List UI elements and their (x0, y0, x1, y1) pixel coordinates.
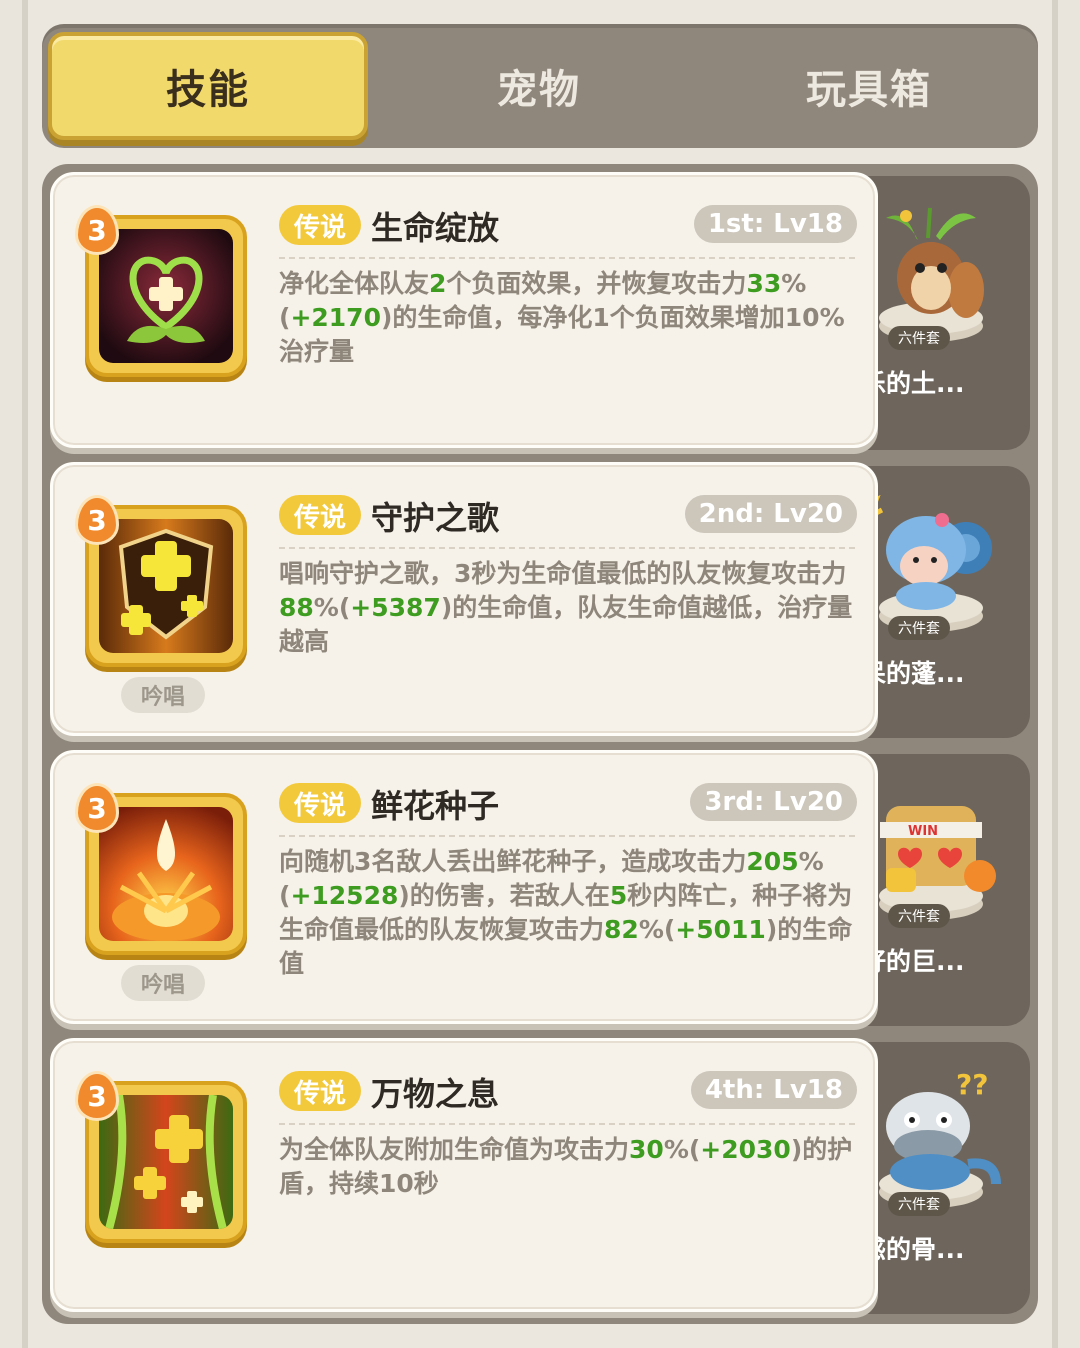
tab-toybox[interactable]: 玩具箱 (704, 24, 1034, 148)
rarity-badge: 传说 (279, 1071, 361, 1111)
skill-level-badge: 3 (75, 495, 119, 545)
chant-badge: 吟唱 (121, 965, 205, 1001)
highlight-value: 33 (746, 269, 782, 298)
skill-level-badge: 3 (75, 205, 119, 255)
tab-pets[interactable]: 宠物 (374, 24, 704, 148)
description-text: 唱响守护之歌，3秒为生命值最低的队友恢复攻击力 (279, 559, 847, 588)
highlight-value: 30 (629, 1135, 664, 1164)
set-badge: 六件套 (888, 1192, 950, 1216)
description-text: %( (638, 915, 676, 944)
skill-name: 鲜花种子 (371, 787, 500, 825)
skill-name: 万物之息 (371, 1075, 500, 1113)
heart-plant-icon (99, 229, 233, 363)
skill-name: 生命绽放 (371, 209, 500, 247)
highlight-value: +12528 (290, 881, 399, 910)
nature-breath-icon (99, 1095, 233, 1229)
rarity-badge: 传说 (279, 495, 361, 535)
divider (279, 1123, 855, 1125)
skill-list: 六件套 快乐的土... 3 传说 生命绽放 1st: Lv18 净化全体队友2个… (42, 164, 1038, 1324)
skill-description: 向随机3名敌人丢出鲜花种子，造成攻击力205 %( +12528)的伤害，若敌人在5… (279, 845, 853, 981)
description-text: 向随机3名敌人丢出鲜花种子，造成攻击力 (279, 847, 747, 876)
description-text: %( (313, 593, 351, 622)
skill-card[interactable]: 3 传说 万物之息 4th: Lv18 为全体队友附加生命值为攻击力30%(+2… (50, 1038, 878, 1312)
highlight-value: 5 (609, 881, 628, 910)
highlight-value: +2030 (700, 1135, 791, 1164)
skill-rank-badge: 1st: Lv18 (693, 205, 857, 243)
svg-text:??: ?? (956, 1068, 988, 1101)
description-text: 个负面效果，并恢复攻击力 (446, 269, 747, 298)
tab-bar: 技能 宠物 玩具箱 (42, 24, 1038, 148)
skill-name: 守护之歌 (371, 499, 500, 537)
skill-card[interactable]: 3 传说 生命绽放 1st: Lv18 净化全体队友2个负面效果，并恢复攻击力3… (50, 172, 878, 448)
skill-row[interactable]: 六件套 快乐的土... 3 传说 生命绽放 1st: Lv18 净化全体队友2个… (42, 164, 1038, 456)
divider (279, 547, 855, 549)
skill-description: 为全体队友附加生命值为攻击力30%(+2030)的护盾，持续10秒 (279, 1133, 853, 1201)
rarity-badge: 传说 (279, 783, 361, 823)
description-text: %( (663, 1135, 701, 1164)
skill-row[interactable]: 六件套 发呆的蓬... 3 吟唱 传说 守护之歌 2nd: Lv20 唱响守护之… (42, 454, 1038, 744)
skill-row[interactable]: WIN 六件套 友好的巨... 3 吟唱 传说 鲜花种子 3rd: Lv20 向… (42, 742, 1038, 1032)
highlight-value: +2170 (290, 303, 381, 332)
skill-description: 净化全体队友2个负面效果，并恢复攻击力33%(+2170)的生命值，每净化1个负… (279, 267, 853, 369)
skill-card[interactable]: 3 吟唱 传说 鲜花种子 3rd: Lv20 向随机3名敌人丢出鲜花种子，造成攻… (50, 750, 878, 1024)
skill-description: 唱响守护之歌，3秒为生命值最低的队友恢复攻击力88%(+5387)的生命值，队友… (279, 557, 853, 659)
divider (279, 257, 855, 259)
cross-shield-icon (99, 519, 233, 653)
highlight-value: +5011 (675, 915, 766, 944)
skill-row[interactable]: ?? 六件套 困惑的骨... 3 传说 万物之息 4th: Lv18 为全体队友… (42, 1030, 1038, 1320)
description-text: )的伤害，若敌人在 (398, 881, 610, 910)
skill-level-badge: 3 (75, 1071, 119, 1121)
description-text: 为全体队友附加生命值为攻击力 (279, 1135, 630, 1164)
skill-rank-badge: 3rd: Lv20 (690, 783, 857, 821)
description-text: 净化全体队友 (279, 269, 430, 298)
svg-text:WIN: WIN (908, 824, 938, 839)
set-badge: 六件套 (888, 904, 950, 928)
rarity-badge: 传说 (279, 205, 361, 245)
skill-level-badge: 3 (75, 783, 119, 833)
divider (279, 835, 855, 837)
highlight-value: 205 (746, 847, 799, 876)
skill-rank-badge: 4th: Lv18 (690, 1071, 857, 1109)
highlight-value: 2 (429, 269, 447, 298)
set-badge: 六件套 (888, 616, 950, 640)
set-badge: 六件套 (888, 326, 950, 350)
highlight-value: 82 (604, 915, 639, 944)
flower-seed-icon (99, 807, 233, 941)
skill-rank-badge: 2nd: Lv20 (684, 495, 857, 533)
tab-skills[interactable]: 技能 (48, 32, 368, 140)
highlight-value: 88 (279, 593, 314, 622)
highlight-value: +5387 (350, 593, 441, 622)
chant-badge: 吟唱 (121, 677, 205, 713)
skill-card[interactable]: 3 吟唱 传说 守护之歌 2nd: Lv20 唱响守护之歌，3秒为生命值最低的队… (50, 462, 878, 736)
